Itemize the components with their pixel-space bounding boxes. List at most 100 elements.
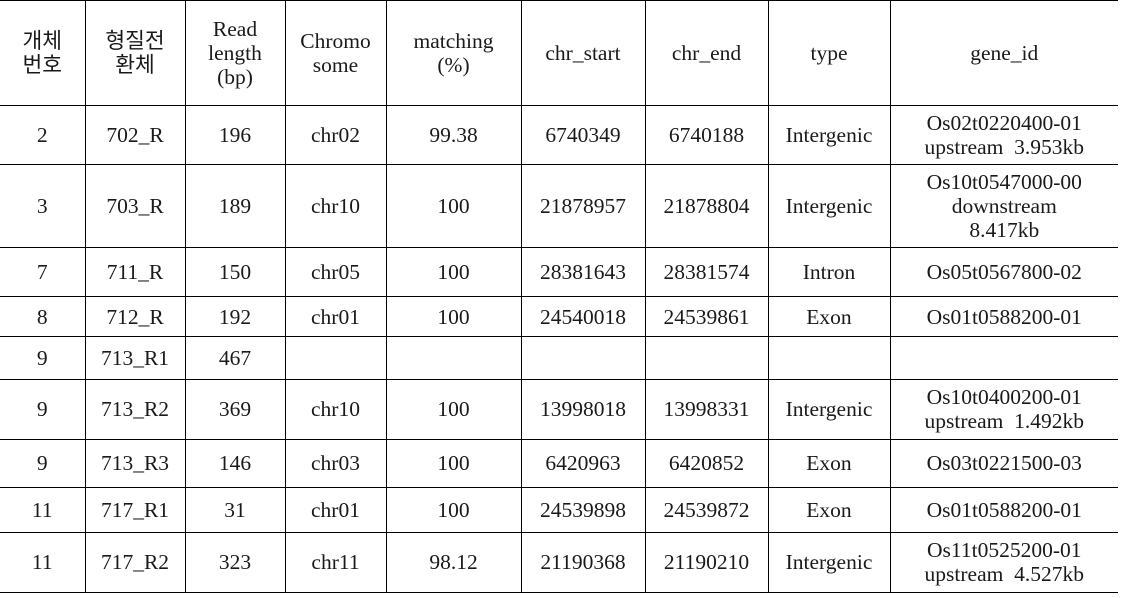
column-header-type: type	[767, 0, 890, 106]
header-line: (%)	[437, 53, 470, 77]
cell-chr-end	[644, 336, 768, 381]
header-line: some	[312, 53, 359, 77]
cell-chromosome: chr03	[284, 438, 386, 488]
cell-matching: 100	[385, 379, 521, 440]
cell-read-length: 146	[184, 438, 285, 488]
cell-chr-end: 6420852	[644, 438, 768, 488]
header-line: 형질전	[105, 28, 165, 53]
cell-chr-end: 24539872	[644, 486, 768, 533]
cell-transformant: 713_R1	[84, 336, 185, 381]
column-header-matching: matching (%)	[385, 0, 521, 106]
cell-chr-start: 21878957	[520, 164, 645, 249]
table-body: 2 702_R 196 chr02 99.38 6740349 6740188 …	[0, 104, 1118, 593]
cell-transformant: 703_R	[84, 164, 185, 249]
header-line: Read	[212, 16, 258, 41]
gene-id-line: Os10t0547000-00	[926, 170, 1082, 195]
column-header-individual-number: 개체 번호	[0, 0, 85, 106]
sequencing-results-table: 개체 번호 형질전 환체 Read length (bp) Chromo som…	[0, 0, 1118, 593]
cell-chromosome	[284, 336, 386, 381]
cell-individual-number: 8	[0, 296, 85, 338]
table-row: 9 713_R2 369 chr10 100 13998018 13998331…	[0, 379, 1118, 440]
cell-chromosome: chr10	[284, 164, 386, 249]
cell-gene-id: Os11t0525200-01 upstream 4.527kb	[889, 531, 1118, 593]
cell-transformant: 702_R	[84, 104, 185, 166]
table-row: 8 712_R 192 chr01 100 24540018 24539861 …	[0, 296, 1118, 338]
cell-read-length: 323	[184, 531, 285, 593]
cell-chr-end: 13998331	[644, 379, 768, 440]
cell-read-length: 189	[184, 164, 285, 249]
header-line: gene_id	[970, 40, 1039, 65]
cell-matching: 98.12	[385, 531, 521, 593]
gene-id-line: Os01t0588200-01	[926, 304, 1082, 329]
table-header: 개체 번호 형질전 환체 Read length (bp) Chromo som…	[0, 0, 1118, 106]
column-header-gene-id: gene_id	[889, 0, 1118, 106]
cell-gene-id: Os01t0588200-01	[889, 486, 1118, 533]
table-sheet: 개체 번호 형질전 환체 Read length (bp) Chromo som…	[0, 0, 1141, 598]
cell-chr-start: 6740349	[520, 104, 645, 166]
cell-read-length: 467	[184, 336, 285, 381]
cell-read-length: 196	[184, 104, 285, 166]
cell-chr-end: 28381574	[644, 247, 768, 298]
cell-type: Intergenic	[767, 164, 890, 249]
cell-read-length: 150	[184, 247, 285, 298]
column-header-transformant: 형질전 환체	[84, 0, 185, 106]
cell-matching	[385, 336, 521, 381]
cell-chr-end: 24539861	[644, 296, 768, 338]
cell-transformant: 711_R	[84, 247, 185, 298]
cell-individual-number: 9	[0, 438, 85, 488]
cell-chr-start: 13998018	[520, 379, 645, 440]
cell-chromosome: chr01	[284, 296, 386, 338]
cell-matching: 100	[385, 438, 521, 488]
cell-read-length: 31	[184, 486, 285, 533]
column-header-chromosome: Chromo some	[284, 0, 386, 106]
cell-chromosome: chr02	[284, 104, 386, 166]
cell-type: Exon	[767, 296, 890, 338]
gene-id-line: Os05t0567800-02	[926, 260, 1082, 285]
column-header-read-length: Read length (bp)	[184, 0, 285, 106]
cell-matching: 100	[385, 164, 521, 249]
cell-gene-id	[889, 336, 1118, 381]
cell-transformant: 713_R2	[84, 379, 185, 440]
cell-individual-number: 11	[0, 531, 85, 593]
cell-type: Intron	[767, 247, 890, 298]
gene-id-line: Os03t0221500-03	[926, 451, 1082, 475]
table-row: 7 711_R 150 chr05 100 28381643 28381574 …	[0, 247, 1118, 298]
cell-type: Intergenic	[767, 379, 890, 440]
cell-individual-number: 2	[0, 104, 85, 166]
cell-matching: 100	[385, 296, 521, 338]
cell-chr-start: 24539898	[520, 486, 645, 533]
cell-gene-id: Os10t0547000-00 downstream 8.417kb	[889, 164, 1118, 249]
table-row: 11 717_R1 31 chr01 100 24539898 24539872…	[0, 486, 1118, 533]
gene-id-line: upstream 4.527kb	[924, 562, 1084, 587]
gene-id-line: Os11t0525200-01	[927, 537, 1082, 562]
cell-type	[767, 336, 890, 381]
cell-individual-number: 7	[0, 247, 85, 298]
cell-transformant: 717_R2	[84, 531, 185, 593]
cell-matching: 99.38	[385, 104, 521, 166]
cell-chromosome: chr05	[284, 247, 386, 298]
gene-id-line: 8.417kb	[969, 218, 1040, 243]
gene-id-line: upstream 1.492kb	[924, 409, 1084, 434]
cell-chr-start: 24540018	[520, 296, 645, 338]
header-line: type	[810, 40, 848, 65]
cell-type: Exon	[767, 438, 890, 488]
table-row: 3 703_R 189 chr10 100 21878957 21878804 …	[0, 164, 1118, 249]
cell-individual-number: 9	[0, 379, 85, 440]
cell-chr-start: 21190368	[520, 531, 645, 593]
cell-chromosome: chr01	[284, 486, 386, 533]
cell-chromosome: chr10	[284, 379, 386, 440]
cell-type: Intergenic	[767, 104, 890, 166]
table-row: 2 702_R 196 chr02 99.38 6740349 6740188 …	[0, 104, 1118, 166]
cell-matching: 100	[385, 247, 521, 298]
cell-gene-id: Os03t0221500-03	[889, 438, 1118, 488]
cell-individual-number: 9	[0, 336, 85, 381]
header-line: (bp)	[217, 65, 253, 90]
cell-chr-end: 21878804	[644, 164, 768, 249]
cell-chr-end: 21190210	[644, 531, 768, 593]
gene-id-line: Os01t0588200-01	[926, 497, 1082, 522]
cell-gene-id: Os10t0400200-01 upstream 1.492kb	[889, 379, 1118, 440]
gene-id-line: Os02t0220400-01	[926, 111, 1082, 135]
header-line: chr_start	[545, 40, 621, 65]
cell-chr-start: 6420963	[520, 438, 645, 488]
cell-type: Exon	[767, 486, 890, 533]
